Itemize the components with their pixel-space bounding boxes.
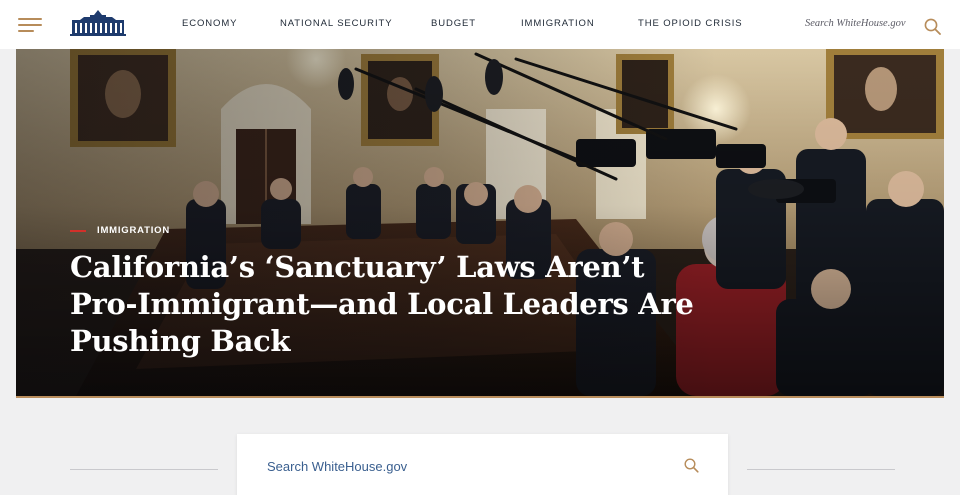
white-house-logo-icon[interactable]: [70, 9, 126, 37]
search-input[interactable]: [267, 455, 667, 477]
nav-economy[interactable]: ECONOMY: [182, 18, 237, 29]
category-accent-line: [70, 229, 86, 232]
hero-headline[interactable]: California’s ‘Sanctuary’ Laws Aren’t Pro…: [70, 249, 710, 360]
search-icon[interactable]: [924, 18, 941, 35]
hero-feature[interactable]: IMMIGRATION California’s ‘Sanctuary’ Law…: [16, 49, 944, 396]
hero-category: IMMIGRATION: [70, 225, 170, 236]
divider-right: [747, 469, 895, 470]
header-search-input[interactable]: Search WhiteHouse.gov: [805, 18, 906, 29]
nav-opioid-crisis[interactable]: THE OPIOID CRISIS: [638, 18, 743, 29]
site-header: ECONOMY NATIONAL SECURITY BUDGET IMMIGRA…: [0, 0, 960, 49]
search-icon[interactable]: [684, 458, 699, 473]
nav-national-security[interactable]: NATIONAL SECURITY: [280, 18, 392, 29]
category-label[interactable]: IMMIGRATION: [97, 225, 170, 236]
nav-immigration[interactable]: IMMIGRATION: [521, 18, 595, 29]
hero-bottom-rule: [16, 396, 944, 398]
hamburger-menu-icon[interactable]: [18, 17, 42, 33]
nav-budget[interactable]: BUDGET: [431, 18, 476, 29]
search-box: [237, 434, 728, 495]
divider-left: [70, 469, 218, 470]
